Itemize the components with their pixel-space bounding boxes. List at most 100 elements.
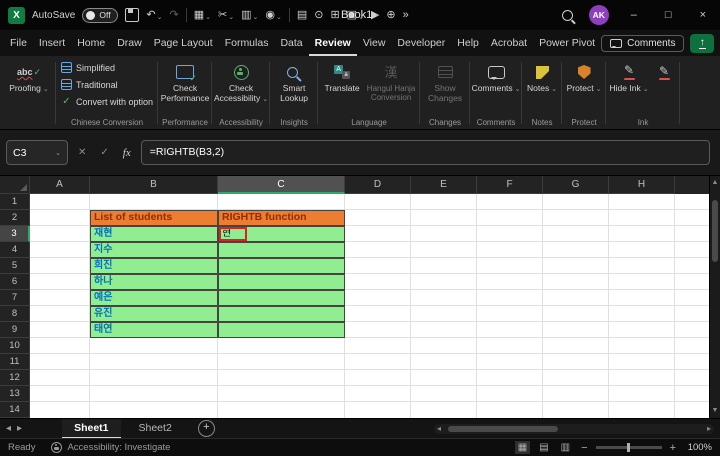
draw-table-button[interactable]: ▦ ⌄: [194, 9, 211, 21]
row-header-8[interactable]: 8: [0, 306, 30, 322]
cut-button[interactable]: ✂ ⌄: [218, 9, 234, 21]
ink-tools-button[interactable]: ✎: [651, 59, 677, 80]
column-header-G[interactable]: G: [543, 176, 609, 194]
cell-C6[interactable]: [218, 274, 345, 290]
sheet-nav-left-icon[interactable]: ◂: [6, 423, 11, 434]
cancel-icon[interactable]: ✕: [74, 147, 90, 158]
page-layout-view-icon[interactable]: ▤: [536, 441, 551, 454]
cell-B8[interactable]: 유진: [90, 306, 218, 322]
name-box[interactable]: C3 ⌄: [6, 140, 68, 165]
check-accessibility-button[interactable]: Check Accessibility ⌄: [214, 59, 268, 104]
column-header-H[interactable]: H: [609, 176, 675, 194]
check-performance-button[interactable]: Check Performance: [161, 59, 209, 104]
camera-button[interactable]: ⊙: [314, 9, 323, 21]
ribbon-tab-insert[interactable]: Insert: [33, 30, 71, 56]
cell-C8[interactable]: [218, 306, 345, 322]
search-icon[interactable]: [561, 9, 573, 21]
undo-button[interactable]: ↶ ⌄: [146, 9, 162, 21]
row-header-2[interactable]: 2: [0, 210, 30, 226]
scroll-up-icon[interactable]: ▲: [710, 178, 720, 188]
row-header-4[interactable]: 4: [0, 242, 30, 258]
new-sheet-button[interactable]: +: [197, 420, 215, 437]
cell-C7[interactable]: [218, 290, 345, 306]
vertical-scrollbar[interactable]: ▲ ▼: [709, 176, 720, 418]
cell-B9[interactable]: 태연: [90, 322, 218, 338]
traditional-button[interactable]: Traditional: [59, 76, 120, 93]
row-header-5[interactable]: 5: [0, 258, 30, 274]
column-header-D[interactable]: D: [345, 176, 411, 194]
row-header-9[interactable]: 9: [0, 322, 30, 338]
notes-button[interactable]: Notes ⌄: [525, 59, 559, 94]
column-header-C[interactable]: C: [218, 176, 345, 194]
cell-C5[interactable]: [218, 258, 345, 274]
zoom-slider-thumb[interactable]: [626, 443, 630, 452]
convert-with-option-button[interactable]: ✓ Convert with option: [59, 93, 155, 110]
ribbon-tab-view[interactable]: View: [357, 30, 392, 56]
protect-button[interactable]: Protect ⌄: [565, 59, 603, 94]
vertical-scrollbar-thumb[interactable]: [712, 200, 718, 262]
autosave-toggle[interactable]: Off: [82, 7, 119, 23]
save-icon[interactable]: [125, 8, 140, 22]
ribbon-tab-draw[interactable]: Draw: [111, 30, 148, 56]
screen-clip-button[interactable]: ⊞: [330, 9, 339, 21]
row-header-11[interactable]: 11: [0, 354, 30, 370]
new-file-button[interactable]: ▤: [297, 9, 307, 21]
sheet-tab-sheet1[interactable]: Sheet1: [62, 418, 121, 439]
column-header-E[interactable]: E: [411, 176, 477, 194]
grid-canvas[interactable]: List of students RIGHTB function 재현 지수 희진 하나 예…: [30, 194, 710, 418]
ribbon-tab-home[interactable]: Home: [71, 30, 111, 56]
insert-function-icon[interactable]: fx: [119, 147, 135, 159]
cell-B4[interactable]: 지수: [90, 242, 218, 258]
ribbon-tab-file[interactable]: File: [4, 30, 33, 56]
cell-B5[interactable]: 희진: [90, 258, 218, 274]
more-commands-button[interactable]: »: [403, 9, 409, 21]
normal-view-icon[interactable]: ▦: [514, 441, 531, 454]
hide-ink-button[interactable]: ✎ Hide Ink ⌄: [609, 59, 649, 94]
cell-C3[interactable]: 현: [218, 226, 345, 242]
ribbon-tab-acrobat[interactable]: Acrobat: [485, 30, 533, 56]
cell-B6[interactable]: 하나: [90, 274, 218, 290]
horizontal-scrollbar-thumb[interactable]: [448, 425, 558, 432]
zoom-in-button[interactable]: +: [668, 442, 678, 454]
show-changes-button[interactable]: Show Changes: [423, 59, 467, 104]
ribbon-tab-data[interactable]: Data: [274, 30, 308, 56]
ribbon-tab-page-layout[interactable]: Page Layout: [148, 30, 219, 56]
scroll-left-icon[interactable]: ◂: [437, 424, 441, 434]
row-header-7[interactable]: 7: [0, 290, 30, 306]
sheet-nav-right-icon[interactable]: ▸: [17, 423, 22, 434]
ribbon-comments-button[interactable]: Comments ⌄: [472, 59, 521, 94]
redo-button[interactable]: ↷: [169, 9, 178, 21]
scroll-down-icon[interactable]: ▼: [710, 406, 720, 416]
column-header-A[interactable]: A: [30, 176, 90, 194]
page-break-view-icon[interactable]: ▥: [558, 441, 573, 454]
hangul-hanja-conversion-button[interactable]: 漢 Hangul Hanja Conversion: [365, 59, 417, 103]
add-user-button[interactable]: ⊕: [386, 9, 395, 21]
sheet-tab-sheet2[interactable]: Sheet2: [127, 419, 184, 439]
enter-icon[interactable]: ✓: [96, 147, 112, 158]
scroll-right-icon[interactable]: ▸: [707, 424, 711, 434]
maximize-button[interactable]: □: [659, 9, 678, 21]
cell-B2[interactable]: List of students: [90, 210, 218, 226]
accessibility-status[interactable]: Accessibility: Investigate: [51, 442, 170, 453]
read-aloud-button[interactable]: ◉ ⌄: [265, 9, 281, 21]
close-button[interactable]: ×: [694, 9, 712, 21]
select-all-corner[interactable]: [0, 176, 30, 194]
proofing-button[interactable]: abc ✓ Proofing ⌄: [5, 59, 53, 94]
row-header-13[interactable]: 13: [0, 386, 30, 402]
ribbon-tab-power-pivot[interactable]: Power Pivot: [533, 30, 601, 56]
formula-input[interactable]: =RIGHTB(B3,2): [140, 140, 710, 165]
cell-B7[interactable]: 예은: [90, 290, 218, 306]
share-button[interactable]: ↑: [690, 33, 714, 53]
paste-button[interactable]: ▥ ⌄: [241, 9, 258, 21]
comments-button[interactable]: Comments: [601, 34, 685, 52]
cell-C4[interactable]: [218, 242, 345, 258]
horizontal-scrollbar[interactable]: ◂ ▸: [434, 423, 714, 434]
minimize-button[interactable]: –: [625, 9, 643, 21]
ribbon-tab-developer[interactable]: Developer: [391, 30, 451, 56]
ribbon-tab-review[interactable]: Review: [309, 30, 357, 56]
column-header-B[interactable]: B: [90, 176, 218, 194]
smart-lookup-button[interactable]: Smart Lookup: [273, 59, 315, 104]
zoom-level[interactable]: 100%: [684, 442, 712, 453]
row-header-10[interactable]: 10: [0, 338, 30, 354]
translate-button[interactable]: Translate: [321, 59, 363, 94]
